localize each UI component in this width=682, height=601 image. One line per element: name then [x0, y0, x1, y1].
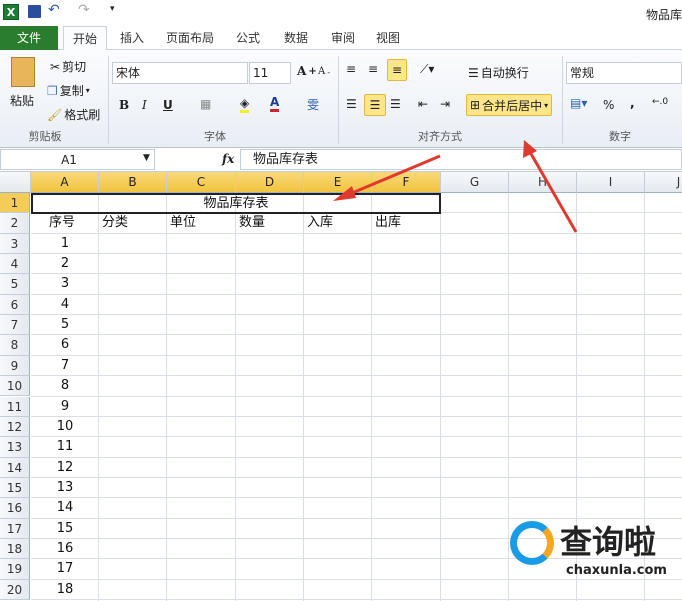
- arrow-to-merge: [528, 151, 578, 233]
- watermark-logo-icon: [510, 521, 554, 565]
- watermark: 查询啦 chaxunla.com: [508, 515, 678, 585]
- arrowhead-merge-icon: [523, 140, 537, 158]
- arrowhead-title-icon: [333, 186, 356, 201]
- annotation-arrows: [333, 140, 578, 233]
- arrow-to-title: [344, 154, 441, 198]
